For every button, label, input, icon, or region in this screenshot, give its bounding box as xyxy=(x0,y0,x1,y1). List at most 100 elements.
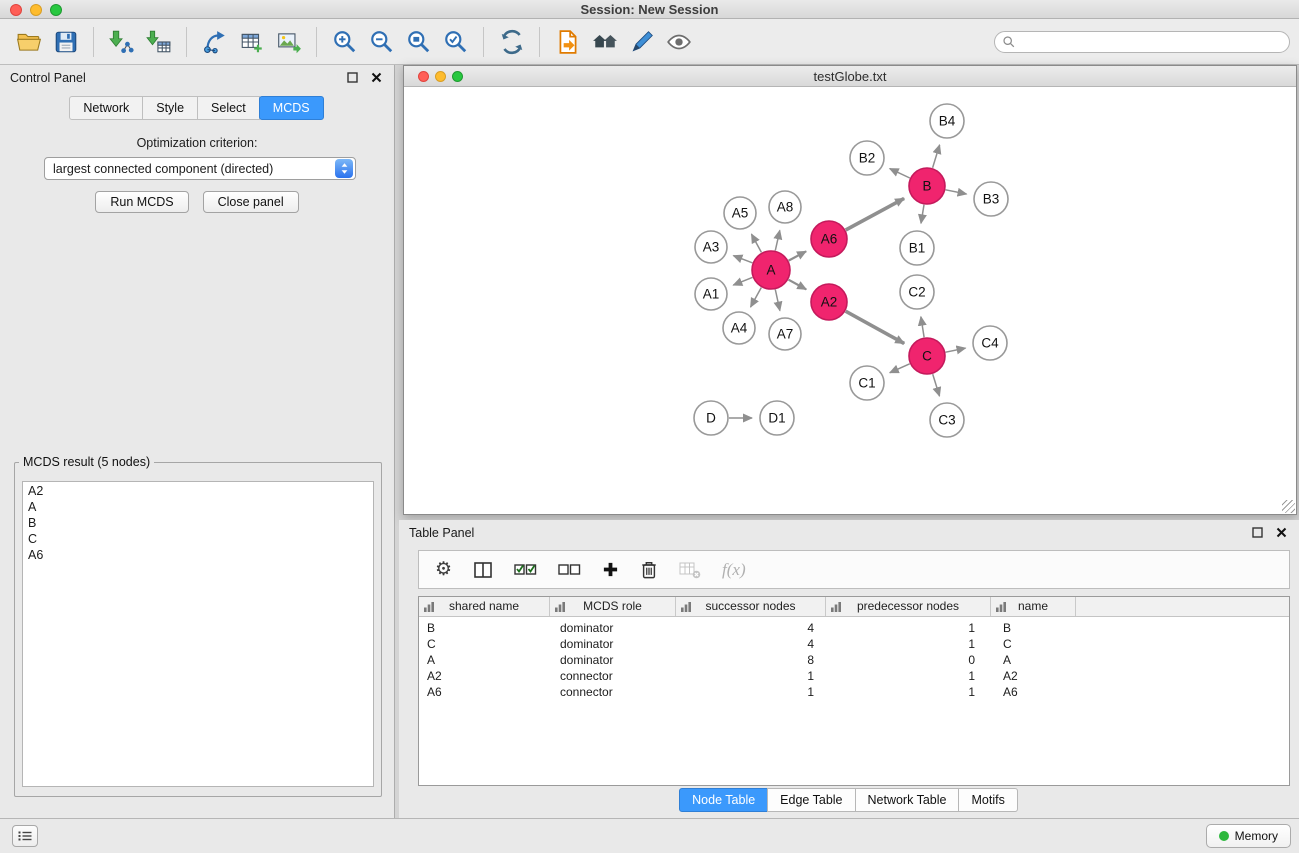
deselect-all-button[interactable] xyxy=(558,556,581,584)
float-table-panel-icon[interactable] xyxy=(1252,527,1263,538)
table-cell: 8 xyxy=(676,652,826,668)
node-B[interactable]: B xyxy=(909,168,945,204)
import-table-button[interactable] xyxy=(140,24,177,60)
zoom-selected-button[interactable] xyxy=(437,24,474,60)
new-network-button[interactable] xyxy=(196,24,233,60)
import-network-button[interactable] xyxy=(103,24,140,60)
node-A4[interactable]: A4 xyxy=(723,312,755,344)
node-A3[interactable]: A3 xyxy=(695,231,727,263)
first-neighbors-button[interactable] xyxy=(586,24,623,60)
node-A7[interactable]: A7 xyxy=(769,318,801,350)
edge-C-C4[interactable] xyxy=(946,348,966,352)
save-session-button[interactable] xyxy=(47,24,84,60)
add-column-button[interactable] xyxy=(602,556,619,584)
edge-B-B4[interactable] xyxy=(933,145,940,168)
apply-layout-button[interactable] xyxy=(493,24,530,60)
tab-select[interactable]: Select xyxy=(197,96,260,120)
edge-A-A8[interactable] xyxy=(775,230,780,250)
close-panel-icon[interactable] xyxy=(371,72,382,83)
window-resize-grip[interactable] xyxy=(1282,500,1295,513)
tab-mcds[interactable]: MCDS xyxy=(259,96,324,120)
open-session-button[interactable] xyxy=(10,24,47,60)
result-item[interactable]: C xyxy=(23,531,373,547)
edge-A-A6[interactable] xyxy=(789,251,807,260)
run-mcds-button[interactable]: Run MCDS xyxy=(95,191,188,213)
edge-C-C2[interactable] xyxy=(921,317,924,338)
node-A8[interactable]: A8 xyxy=(769,191,801,223)
edge-A-A4[interactable] xyxy=(751,288,762,308)
tab-network-table[interactable]: Network Table xyxy=(855,788,960,812)
zoom-out-button[interactable] xyxy=(363,24,400,60)
edge-C-C3[interactable] xyxy=(933,374,940,396)
network-window-titlebar[interactable]: testGlobe.txt xyxy=(404,66,1296,87)
result-item[interactable]: B xyxy=(23,515,373,531)
column-header-shared-name[interactable]: shared name xyxy=(419,597,550,616)
zoom-fit-button[interactable] xyxy=(400,24,437,60)
tab-style[interactable]: Style xyxy=(142,96,198,120)
show-details-button[interactable] xyxy=(660,24,697,60)
table-row[interactable]: Adominator80A xyxy=(419,652,1289,668)
edge-A-A2[interactable] xyxy=(789,280,807,290)
edge-C-C1[interactable] xyxy=(890,364,910,373)
node-B1[interactable]: B1 xyxy=(900,231,934,265)
edge-A6-B[interactable] xyxy=(846,198,904,230)
delete-column-button[interactable] xyxy=(640,556,658,584)
result-item[interactable]: A2 xyxy=(23,483,373,499)
column-header-MCDS-role[interactable]: MCDS role xyxy=(550,597,676,616)
edge-A2-C[interactable] xyxy=(846,311,905,343)
node-C1[interactable]: C1 xyxy=(850,366,884,400)
select-all-button[interactable] xyxy=(514,556,537,584)
tab-node-table[interactable]: Node Table xyxy=(679,788,768,812)
edge-B-B3[interactable] xyxy=(946,190,967,194)
node-B2[interactable]: B2 xyxy=(850,141,884,175)
result-item[interactable]: A6 xyxy=(23,547,373,563)
tab-network[interactable]: Network xyxy=(69,96,143,120)
show-panel-button[interactable] xyxy=(12,825,38,847)
edge-A-A5[interactable] xyxy=(752,234,762,252)
table-row[interactable]: A6connector11A6 xyxy=(419,684,1289,700)
node-B4[interactable]: B4 xyxy=(930,104,964,138)
export-network-button[interactable] xyxy=(549,24,586,60)
network-canvas[interactable]: B4 B2 B B3 A5 A8 A6 B1 A3 A C2 A1 A2 A4 A7 C C4 C1 C3 D D1 xyxy=(404,87,1296,514)
edge-A-A7[interactable] xyxy=(775,290,780,311)
tab-edge-table[interactable]: Edge Table xyxy=(767,788,855,812)
node-A[interactable]: A xyxy=(752,251,790,289)
new-table-button[interactable] xyxy=(233,24,270,60)
edge-A-A3[interactable] xyxy=(733,256,752,263)
node-C3[interactable]: C3 xyxy=(930,403,964,437)
close-panel-button[interactable]: Close panel xyxy=(203,191,299,213)
column-header-name[interactable]: name xyxy=(991,597,1076,616)
node-C[interactable]: C xyxy=(909,338,945,374)
column-header-successor-nodes[interactable]: successor nodes xyxy=(676,597,826,616)
result-item[interactable]: A xyxy=(23,499,373,515)
edge-B-B2[interactable] xyxy=(890,169,910,178)
search-field[interactable] xyxy=(994,31,1290,53)
table-row[interactable]: Bdominator41B xyxy=(419,620,1289,636)
node-A2[interactable]: A2 xyxy=(811,284,847,320)
column-header-predecessor-nodes[interactable]: predecessor nodes xyxy=(826,597,991,616)
float-panel-icon[interactable] xyxy=(347,72,358,83)
node-C4[interactable]: C4 xyxy=(973,326,1007,360)
table-row[interactable]: A2connector11A2 xyxy=(419,668,1289,684)
criterion-dropdown[interactable]: largest connected component (directed) xyxy=(44,157,356,180)
table-settings-button[interactable]: ⚙ xyxy=(435,556,452,584)
column-layout-button[interactable] xyxy=(473,556,493,584)
tab-motifs[interactable]: Motifs xyxy=(958,788,1017,812)
node-A1[interactable]: A1 xyxy=(695,278,727,310)
node-A5[interactable]: A5 xyxy=(724,197,756,229)
titlebar: Session: New Session xyxy=(0,0,1299,19)
node-D1[interactable]: D1 xyxy=(760,401,794,435)
edge-B-B1[interactable] xyxy=(921,205,924,224)
table-row[interactable]: Cdominator41C xyxy=(419,636,1289,652)
node-D[interactable]: D xyxy=(694,401,728,435)
memory-button[interactable]: Memory xyxy=(1206,824,1291,848)
export-image-button[interactable] xyxy=(270,24,307,60)
style-button[interactable] xyxy=(623,24,660,60)
node-A6[interactable]: A6 xyxy=(811,221,847,257)
node-B3[interactable]: B3 xyxy=(974,182,1008,216)
zoom-in-button[interactable] xyxy=(326,24,363,60)
node-C2[interactable]: C2 xyxy=(900,275,934,309)
search-input[interactable] xyxy=(1016,35,1289,49)
close-table-panel-icon[interactable] xyxy=(1276,527,1287,538)
edge-A-A1[interactable] xyxy=(733,277,752,285)
